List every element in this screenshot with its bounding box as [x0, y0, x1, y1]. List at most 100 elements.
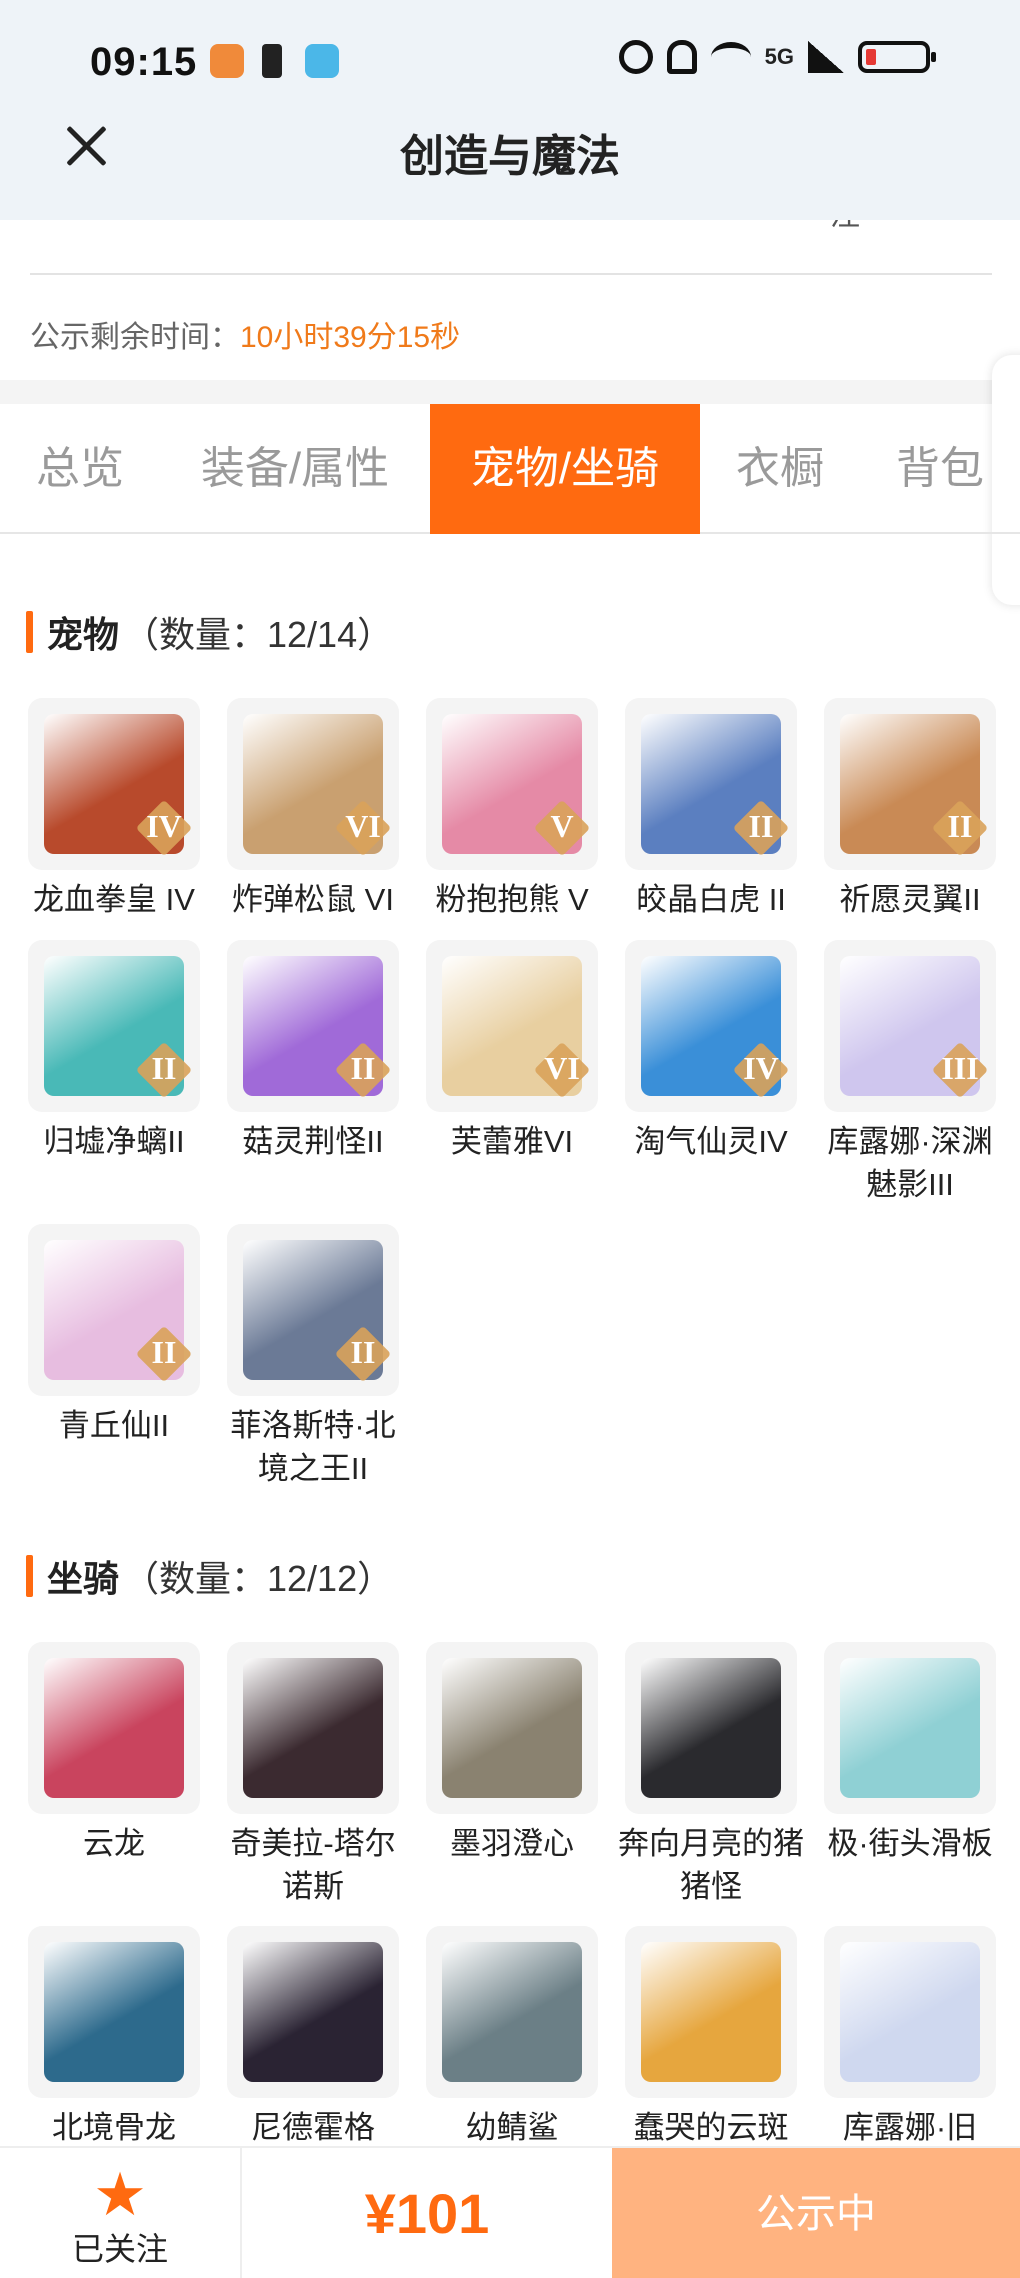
item-image [442, 1942, 582, 2082]
mount-item[interactable]: 蠢哭的云斑 [623, 1926, 799, 2149]
item-thumbnail [426, 1926, 598, 2098]
top-bar: 09:15 5G 创造与魔法 [0, 0, 1020, 220]
follow-label: 已关注 [71, 2231, 168, 2267]
cell-signal-icon [808, 41, 844, 73]
pets-section-title: 宠物 （数量：12/14） [26, 606, 393, 658]
rank-numeral: IV [743, 1050, 779, 1086]
item-name: 尼德霍格 [251, 2110, 375, 2145]
tab-bar: 总览 装备/属性 宠物/坐骑 衣橱 背包 [0, 404, 1020, 534]
item-thumbnail [28, 1642, 200, 1814]
item-thumbnail: III [824, 940, 996, 1112]
item-name: 芙蕾雅VI [450, 1124, 574, 1159]
pet-item[interactable]: IV 龙血拳皇 IV [26, 698, 202, 921]
mount-item[interactable]: 墨羽澄心 [424, 1642, 600, 1865]
pet-item[interactable]: V 粉抱抱熊 V [424, 698, 600, 921]
item-thumbnail: IV [28, 698, 200, 870]
item-image [243, 1942, 383, 2082]
rank-numeral: IV [146, 808, 182, 844]
page-title: 创造与魔法 [400, 132, 620, 181]
item-name: 库露娜·深渊魅影III [827, 1124, 993, 1202]
rank-badge: II [135, 1325, 193, 1383]
item-image [44, 1942, 184, 2082]
mount-item[interactable]: 奇美拉-塔尔诺斯 [225, 1642, 401, 1908]
item-thumbnail [227, 1642, 399, 1814]
tab-equipment[interactable]: 装备/属性 [180, 404, 410, 534]
mute-bell-icon [666, 40, 697, 74]
mount-item[interactable]: 极·街头滑板 [822, 1642, 998, 1865]
item-thumbnail: II [227, 940, 399, 1112]
divider [30, 273, 992, 275]
item-image [840, 1658, 980, 1798]
rank-numeral: II [947, 808, 973, 844]
follow-button[interactable]: ★ 已关注 [0, 2148, 242, 2278]
item-image [44, 1658, 184, 1798]
item-name: 皎晶白虎 II [636, 882, 786, 917]
item-name: 蠢哭的云斑 [633, 2110, 789, 2145]
item-image [641, 1942, 781, 2082]
item-thumbnail [824, 1926, 996, 2098]
item-thumbnail [28, 1926, 200, 2098]
pet-item[interactable]: III 库露娜·深渊魅影III [822, 940, 998, 1206]
rank-numeral: II [151, 1334, 177, 1370]
mounts-title: 坐骑 [47, 1558, 120, 1599]
item-name: 云龙 [83, 1826, 145, 1861]
item-thumbnail: II [227, 1224, 399, 1396]
mount-item[interactable]: 奔向月亮的猪猪怪 [618, 1642, 804, 1908]
rank-numeral: V [550, 808, 574, 844]
item-name: 炸弹松鼠 VI [232, 882, 394, 917]
pet-item[interactable]: II 青丘仙II [26, 1224, 202, 1447]
item-name: 归墟净螭II [43, 1124, 185, 1159]
alarm-icon [618, 40, 653, 74]
rank-badge: II [334, 1325, 392, 1383]
item-name: 幼鲭鲨 [465, 2110, 559, 2145]
rank-numeral: III [941, 1050, 979, 1086]
pet-item[interactable]: IV 淘气仙灵IV [623, 940, 799, 1163]
pet-item[interactable]: VI 芙蕾雅VI [424, 940, 600, 1163]
status-bar: 09:15 5G [0, 0, 1020, 125]
item-thumbnail [227, 1926, 399, 2098]
tab-wardrobe[interactable]: 衣橱 [710, 404, 850, 534]
item-thumbnail [625, 1926, 797, 2098]
pet-item[interactable]: II 菲洛斯特·北境之王II [225, 1224, 401, 1490]
mount-item[interactable]: 北境骨龙 [26, 1926, 202, 2149]
status-time: 09:15 [90, 40, 198, 84]
item-thumbnail: II [824, 698, 996, 870]
section-accent [26, 611, 33, 653]
mount-item[interactable]: 尼德霍格 [225, 1926, 401, 2149]
item-image [641, 1658, 781, 1798]
rank-badge: II [732, 799, 790, 857]
mount-item[interactable]: 库露娜·旧 [822, 1926, 998, 2149]
rank-numeral: VI [544, 1050, 580, 1086]
pet-item[interactable]: II 归墟净螭II [26, 940, 202, 1163]
pet-item[interactable]: II 祈愿灵翼II [822, 698, 998, 921]
item-thumbnail: VI [227, 698, 399, 870]
pet-item[interactable]: II 菇灵荆怪II [225, 940, 401, 1163]
rank-badge: IV [732, 1041, 790, 1099]
item-thumbnail [625, 1642, 797, 1814]
section-accent [26, 1555, 33, 1597]
item-thumbnail: V [426, 698, 598, 870]
tab-pets-mounts[interactable]: 宠物/坐骑 [430, 404, 700, 534]
mount-item[interactable]: 云龙 [26, 1642, 202, 1865]
price: ¥101 [364, 2182, 490, 2245]
status-indicators: 5G [618, 40, 936, 74]
mounts-count: （数量：12/12） [123, 1558, 394, 1599]
mount-item[interactable]: 幼鲭鲨 [424, 1926, 600, 2149]
item-name: 青丘仙II [58, 1408, 170, 1443]
rank-badge: IV [135, 799, 193, 857]
rank-badge: V [533, 799, 591, 857]
public-status-button[interactable]: 公示中 [612, 2148, 1020, 2278]
pet-item[interactable]: II 皎晶白虎 II [623, 698, 799, 921]
bottom-action-bar: ★ 已关注 ¥101 公示中 [0, 2146, 1020, 2278]
item-name: 奇美拉-塔尔诺斯 [230, 1826, 396, 1904]
tab-overview[interactable]: 总览 [0, 404, 160, 534]
tab-backpack[interactable]: 背包 [870, 404, 1010, 534]
pet-item[interactable]: VI 炸弹松鼠 VI [225, 698, 401, 921]
rank-badge: II [334, 1041, 392, 1099]
rank-numeral: II [350, 1050, 376, 1086]
rank-badge: II [931, 799, 989, 857]
item-name: 极·街头滑板 [827, 1826, 993, 1861]
pets-count: （数量：12/14） [123, 614, 394, 655]
item-thumbnail: II [28, 1224, 200, 1396]
mounts-section-title: 坐骑 （数量：12/12） [26, 1550, 393, 1602]
